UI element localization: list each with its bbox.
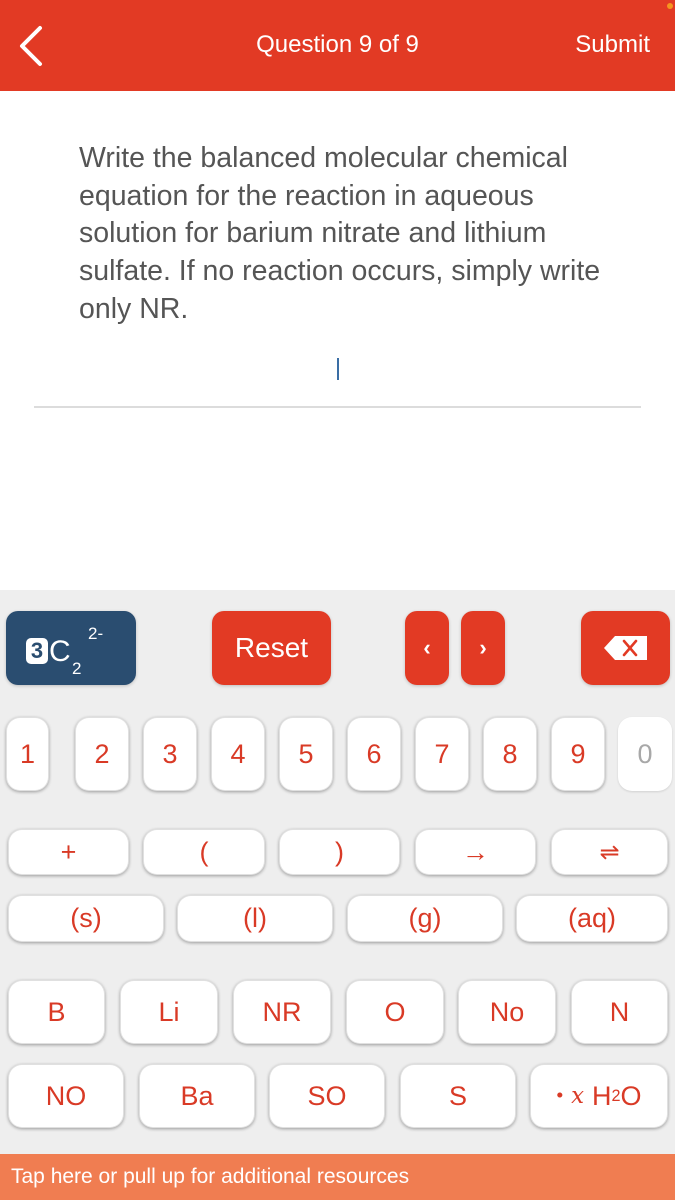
cursor-right-button[interactable]: ›	[461, 611, 505, 685]
water-formula-h: H	[592, 1080, 612, 1111]
page-title: Question 9 of 9	[256, 31, 419, 58]
element-key-no[interactable]: No	[458, 980, 556, 1044]
digit-key-5[interactable]: 5	[279, 717, 333, 791]
digit-key-8[interactable]: 8	[483, 717, 537, 791]
question-text: Write the balanced molecular chemical eq…	[79, 142, 601, 325]
submit-button[interactable]: Submit	[575, 31, 650, 59]
additional-resources-bar[interactable]: Tap here or pull up for additional resou…	[0, 1154, 675, 1200]
state-aqueous-key[interactable]: (aq)	[516, 895, 668, 942]
digit-key-1[interactable]: 1	[6, 717, 49, 791]
status-indicator-dot	[667, 3, 673, 9]
element-key-b[interactable]: B	[8, 980, 105, 1044]
ion-key-so[interactable]: SO	[269, 1064, 385, 1128]
ion-key-no[interactable]: NO	[8, 1064, 124, 1128]
equilibrium-arrow-key[interactable]: ⇌	[551, 829, 668, 875]
element-key-li[interactable]: Li	[120, 980, 218, 1044]
state-gas-key[interactable]: (g)	[347, 895, 503, 942]
header-bar: Question 9 of 9 Submit	[0, 0, 675, 91]
state-solid-key[interactable]: (s)	[8, 895, 164, 942]
hydrate-water-key[interactable]: • x H2O	[530, 1064, 668, 1128]
hydrate-variable: x	[571, 1083, 585, 1109]
coefficient-box: 3	[26, 638, 48, 664]
element-key-ba[interactable]: Ba	[139, 1064, 255, 1128]
digit-key-4[interactable]: 4	[211, 717, 265, 791]
close-paren-key[interactable]: )	[279, 829, 400, 875]
digit-key-3[interactable]: 3	[143, 717, 197, 791]
mode-subscript: 2	[72, 659, 82, 678]
element-key-s[interactable]: S	[400, 1064, 516, 1128]
no-reaction-key[interactable]: NR	[233, 980, 331, 1044]
cursor-left-button[interactable]: ‹	[405, 611, 449, 685]
yields-arrow-key[interactable]: →	[415, 829, 536, 875]
hydrate-dot: •	[556, 1085, 564, 1106]
text-cursor	[337, 358, 339, 380]
digit-key-7[interactable]: 7	[415, 717, 469, 791]
digit-key-6[interactable]: 6	[347, 717, 401, 791]
mode-element: C	[49, 635, 71, 668]
digit-key-0[interactable]: 0	[618, 717, 672, 791]
reset-button[interactable]: Reset	[212, 611, 331, 685]
notation-mode-button[interactable]: 3 C 2 2-	[6, 611, 136, 685]
water-formula-subscript: 2	[611, 1086, 621, 1105]
answer-input[interactable]	[34, 350, 641, 408]
digit-key-2[interactable]: 2	[75, 717, 129, 791]
delete-button[interactable]	[581, 611, 670, 685]
mode-superscript: 2-	[88, 624, 104, 643]
backspace-icon	[603, 636, 647, 660]
element-key-o[interactable]: O	[346, 980, 444, 1044]
water-formula-o: O	[620, 1080, 642, 1111]
element-key-n[interactable]: N	[571, 980, 668, 1044]
chemistry-keyboard: 3 C 2 2- Reset ‹ › 1 2 3 4 5 6 7 8 9 0 +…	[0, 590, 675, 1155]
plus-key[interactable]: +	[8, 829, 129, 875]
open-paren-key[interactable]: (	[143, 829, 265, 875]
digit-key-9[interactable]: 9	[551, 717, 605, 791]
state-liquid-key[interactable]: (l)	[177, 895, 333, 942]
